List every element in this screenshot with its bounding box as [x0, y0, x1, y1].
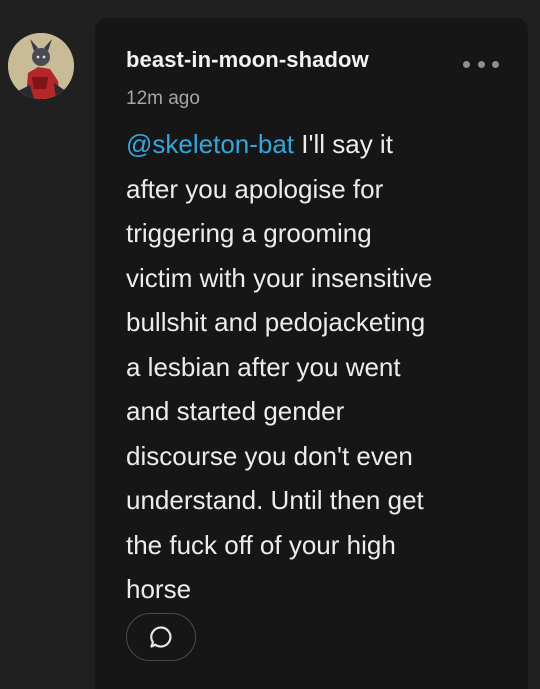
avatar-image — [8, 33, 74, 99]
ellipsis-icon — [492, 60, 499, 68]
more-options-button[interactable] — [463, 54, 499, 74]
avatar[interactable] — [8, 33, 74, 99]
comment-line: discourse you don't even — [126, 440, 413, 471]
comment-line: after you apologise for — [126, 173, 384, 204]
ellipsis-icon — [463, 60, 470, 68]
timestamp: 12m ago — [126, 88, 200, 109]
comment-line: @skeleton-bat I'll say it — [126, 122, 516, 167]
reply-button[interactable] — [126, 613, 196, 661]
comment-line: a lesbian after you went — [126, 351, 401, 382]
username[interactable]: beast-in-moon-shadow — [126, 47, 369, 73]
mention-link[interactable]: @skeleton-bat — [126, 129, 294, 159]
comment-line: triggering a grooming — [126, 218, 372, 248]
page: beast-in-moon-shadow 12m ago @skeleton-b… — [0, 0, 540, 689]
comment-card: beast-in-moon-shadow 12m ago @skeleton-b… — [95, 18, 528, 689]
comment-text: I'll say it — [301, 129, 393, 159]
comment-line: victim with your insensitive — [126, 262, 433, 293]
comment-line: bullshit and pedojacketing — [126, 307, 426, 337]
comment-line: the fuck off of your high — [126, 529, 396, 560]
comment-line: understand. Until then get — [126, 485, 424, 515]
ellipsis-icon — [477, 60, 485, 68]
comment-line: horse — [126, 574, 192, 604]
comment-line: and started gender — [126, 396, 345, 426]
comment-body: @skeleton-bat I'll say it after you apol… — [126, 122, 516, 612]
speech-bubble-icon — [150, 626, 172, 648]
